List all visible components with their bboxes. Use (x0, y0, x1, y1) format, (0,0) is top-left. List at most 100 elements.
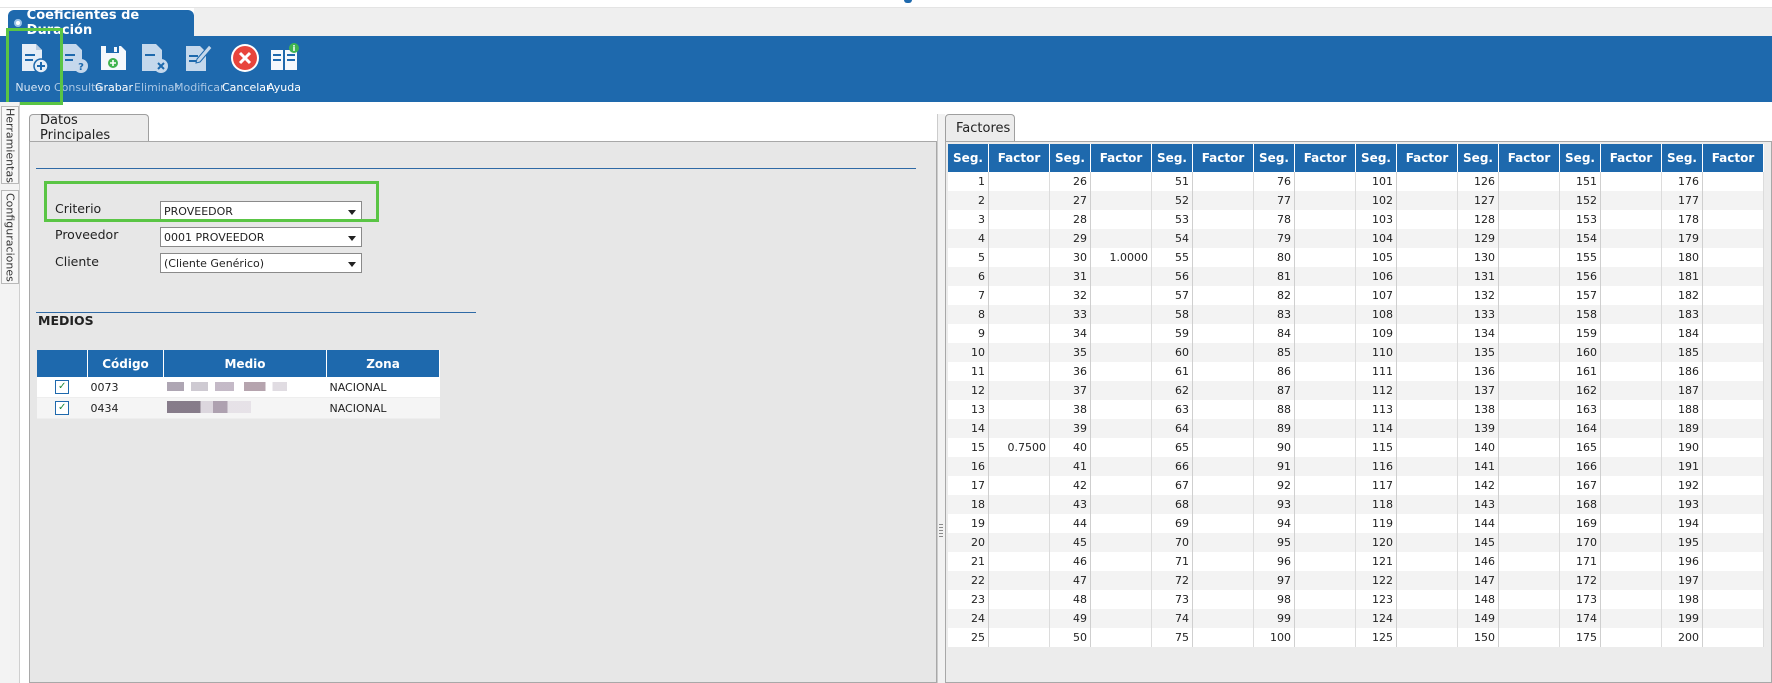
factor-cell[interactable] (1600, 571, 1662, 590)
factor-cell[interactable] (1192, 552, 1254, 571)
factor-cell[interactable] (1600, 552, 1662, 571)
factor-cell[interactable] (1294, 476, 1356, 495)
factor-cell[interactable] (1192, 229, 1254, 248)
factor-cell[interactable] (1498, 362, 1560, 381)
factor-cell[interactable] (1396, 552, 1458, 571)
factor-cell[interactable] (1396, 628, 1458, 647)
factor-cell[interactable] (1294, 571, 1356, 590)
factor-cell[interactable] (1090, 514, 1152, 533)
factor-cell[interactable] (1702, 533, 1764, 552)
factor-cell[interactable] (988, 419, 1050, 438)
side-tab-configuraciones[interactable]: Configuraciones (1, 190, 19, 284)
factor-cell[interactable] (1396, 495, 1458, 514)
factor-cell[interactable] (988, 381, 1050, 400)
factor-cell[interactable] (1600, 267, 1662, 286)
factor-cell[interactable] (1192, 457, 1254, 476)
header-factor[interactable]: Factor (1600, 144, 1662, 172)
factor-cell[interactable] (1294, 286, 1356, 305)
factor-cell[interactable] (1090, 438, 1152, 457)
factor-cell[interactable] (1294, 172, 1356, 191)
cancelar-button[interactable]: Cancelar (222, 42, 271, 98)
header-factor[interactable]: Factor (1396, 144, 1458, 172)
factor-cell[interactable] (1498, 267, 1560, 286)
factor-cell[interactable] (1702, 438, 1764, 457)
factor-cell[interactable] (1192, 438, 1254, 457)
factor-cell[interactable] (1600, 495, 1662, 514)
cliente-select[interactable]: (Cliente Genérico) (160, 253, 362, 273)
splitter-grip-icon[interactable] (939, 524, 943, 538)
factor-cell[interactable] (1498, 381, 1560, 400)
factor-cell[interactable] (1294, 457, 1356, 476)
factor-cell[interactable] (1294, 495, 1356, 514)
factor-cell[interactable] (1600, 305, 1662, 324)
factor-cell[interactable] (1600, 514, 1662, 533)
factor-cell[interactable] (1090, 476, 1152, 495)
factor-cell[interactable] (1192, 533, 1254, 552)
factor-cell[interactable] (1600, 419, 1662, 438)
factor-cell[interactable] (1498, 571, 1560, 590)
factor-cell[interactable] (1498, 172, 1560, 191)
header-seg[interactable]: Seg. (1151, 144, 1193, 172)
factor-cell[interactable] (1498, 457, 1560, 476)
factor-cell[interactable] (1600, 590, 1662, 609)
factor-cell[interactable] (1396, 286, 1458, 305)
factor-cell[interactable] (1498, 400, 1560, 419)
factor-cell[interactable] (988, 400, 1050, 419)
factor-cell[interactable] (1396, 267, 1458, 286)
factor-cell[interactable] (1090, 229, 1152, 248)
factor-cell[interactable] (988, 267, 1050, 286)
factor-cell[interactable] (1192, 476, 1254, 495)
factor-cell[interactable] (1498, 286, 1560, 305)
factor-cell[interactable] (1498, 229, 1560, 248)
factor-cell[interactable] (1396, 229, 1458, 248)
factor-cell[interactable] (1702, 381, 1764, 400)
factor-cell[interactable] (1192, 609, 1254, 628)
factor-cell[interactable] (1396, 248, 1458, 267)
header-seg[interactable]: Seg. (1253, 144, 1295, 172)
side-tab-herramientas[interactable]: Herramientas (1, 106, 19, 184)
factor-cell[interactable] (1294, 267, 1356, 286)
factor-cell[interactable] (1090, 305, 1152, 324)
factor-cell[interactable] (1600, 628, 1662, 647)
factor-cell[interactable] (1192, 628, 1254, 647)
factor-cell[interactable] (1498, 609, 1560, 628)
factor-cell[interactable] (1294, 552, 1356, 571)
factor-cell[interactable] (1294, 343, 1356, 362)
header-seg[interactable]: Seg. (1661, 144, 1703, 172)
factor-cell[interactable] (1600, 400, 1662, 419)
factor-cell[interactable] (1090, 495, 1152, 514)
factor-cell[interactable] (1702, 362, 1764, 381)
factor-cell[interactable] (1396, 514, 1458, 533)
factor-cell[interactable] (1702, 495, 1764, 514)
factor-cell[interactable] (1090, 343, 1152, 362)
factor-cell[interactable] (1498, 343, 1560, 362)
factor-cell[interactable] (1090, 324, 1152, 343)
factor-cell[interactable] (1702, 476, 1764, 495)
factor-cell[interactable] (1192, 286, 1254, 305)
factor-cell[interactable]: 1.0000 (1090, 248, 1152, 267)
factor-cell[interactable] (1600, 533, 1662, 552)
factor-cell[interactable] (988, 457, 1050, 476)
factor-cell[interactable] (1090, 419, 1152, 438)
factor-cell[interactable] (988, 229, 1050, 248)
factor-cell[interactable] (1192, 419, 1254, 438)
row-checkbox[interactable]: ✓ (37, 377, 88, 398)
factor-cell[interactable] (1090, 571, 1152, 590)
panel-splitter[interactable] (937, 114, 945, 683)
factor-cell[interactable] (1498, 324, 1560, 343)
factor-cell[interactable] (988, 248, 1050, 267)
factor-cell[interactable] (988, 210, 1050, 229)
factor-cell[interactable] (1294, 400, 1356, 419)
factor-cell[interactable] (1090, 457, 1152, 476)
factor-cell[interactable] (1396, 609, 1458, 628)
header-factor[interactable]: Factor (1090, 144, 1152, 172)
factor-cell[interactable] (988, 362, 1050, 381)
factor-cell[interactable] (1702, 457, 1764, 476)
header-factor[interactable]: Factor (1192, 144, 1254, 172)
factor-cell[interactable] (1498, 476, 1560, 495)
proveedor-select[interactable]: 0001 PROVEEDOR (160, 227, 362, 247)
factor-cell[interactable] (988, 476, 1050, 495)
tab-datos-principales[interactable]: Datos Principales (29, 113, 149, 143)
factor-cell[interactable] (1396, 324, 1458, 343)
factor-cell[interactable] (1192, 267, 1254, 286)
